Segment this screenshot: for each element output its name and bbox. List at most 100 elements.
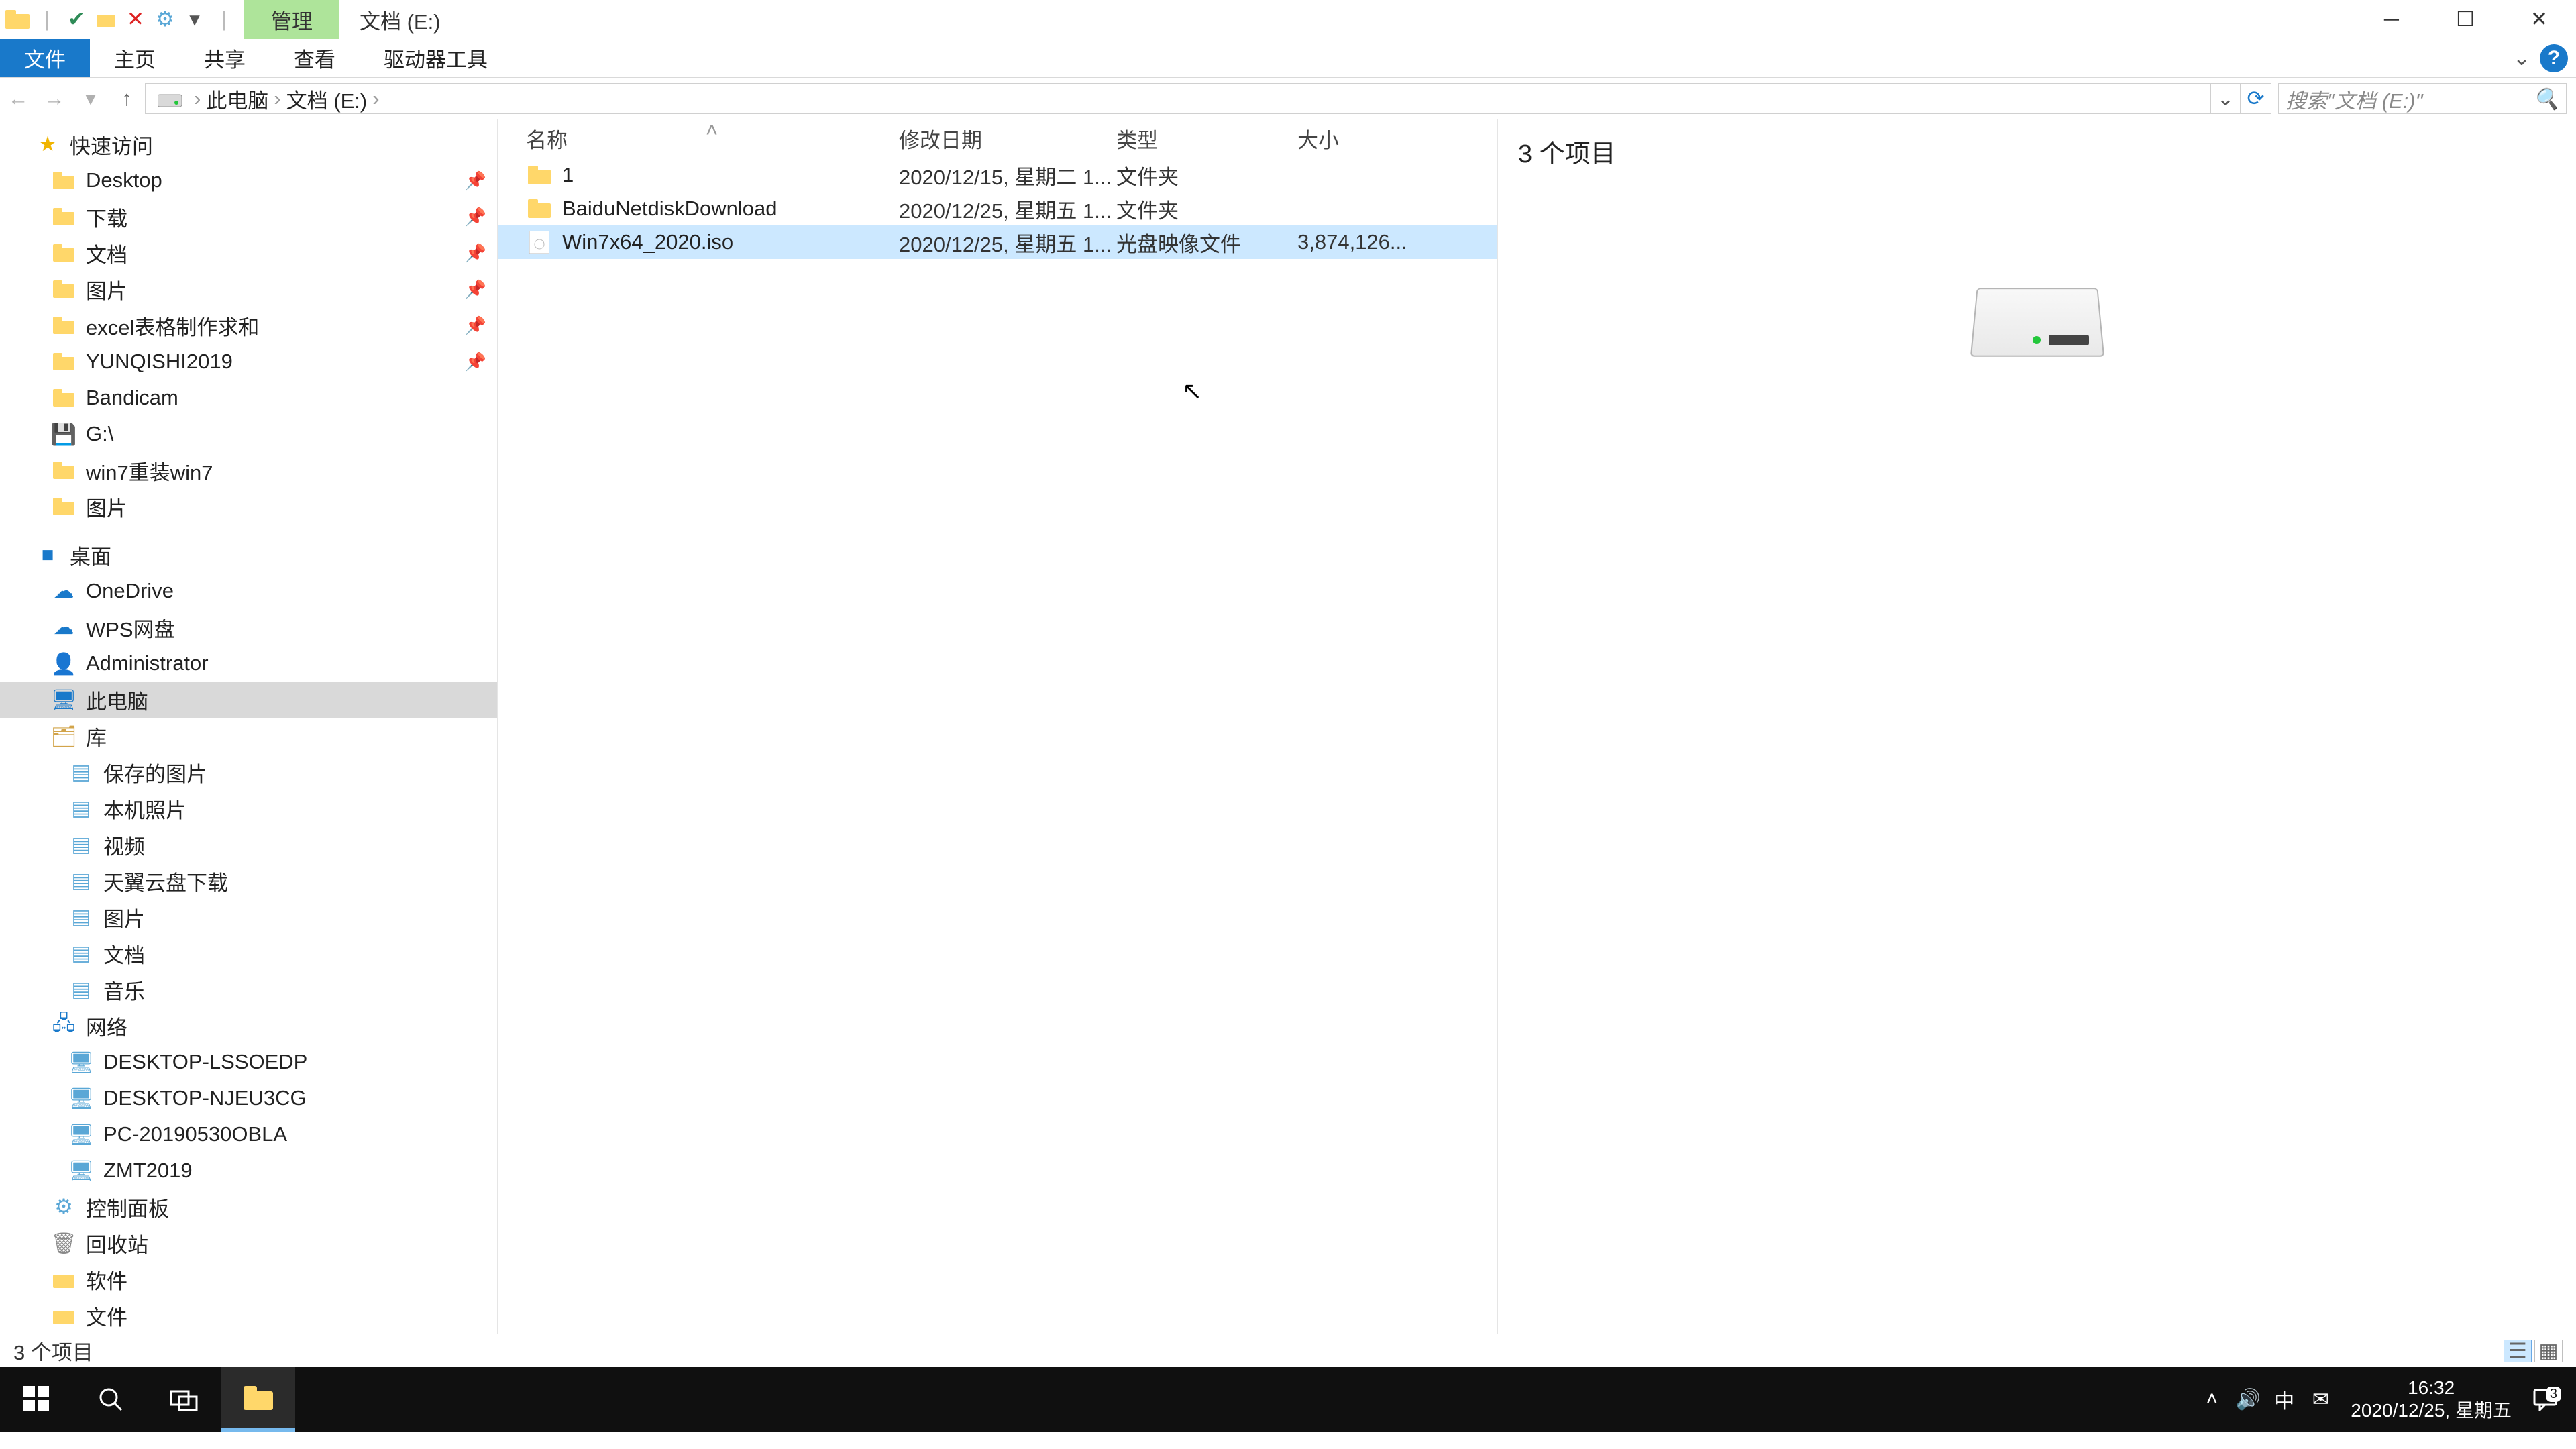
- crumb-sep-icon[interactable]: ›: [189, 87, 206, 111]
- tree-item[interactable]: 图片: [0, 488, 497, 525]
- window-title: 文档 (E:): [339, 0, 461, 39]
- taskbar-search-button[interactable]: [74, 1367, 148, 1432]
- tree-item[interactable]: 🖥ZMT2019: [0, 1152, 497, 1189]
- file-date: 2020/12/25, 星期五 1...: [899, 194, 1116, 224]
- tree-item[interactable]: ☁OneDrive: [0, 573, 497, 609]
- tree-item-label: 图片: [103, 902, 145, 932]
- contextual-tab-manage[interactable]: 管理: [244, 0, 339, 39]
- start-button[interactable]: [0, 1367, 74, 1432]
- tree-network[interactable]: 🖧 网络: [0, 1008, 497, 1044]
- tree-item[interactable]: ☁WPS网盘: [0, 609, 497, 645]
- tree-quick-access[interactable]: ★ 快速访问: [0, 126, 497, 162]
- tree-item[interactable]: 软件: [0, 1261, 497, 1297]
- nav-up-button[interactable]: ↑: [109, 80, 145, 117]
- qat-dropdown-icon[interactable]: ▾: [181, 6, 208, 33]
- tree-item-icon: 🖥: [67, 1120, 95, 1148]
- tab-view[interactable]: 查看: [270, 39, 360, 77]
- tree-item[interactable]: 文件: [0, 1297, 497, 1334]
- col-header-type[interactable]: 类型: [1116, 123, 1297, 154]
- maximize-button[interactable]: ☐: [2428, 0, 2502, 39]
- qat-check-icon[interactable]: ✔: [63, 6, 90, 33]
- status-bar: 3 个项目 ☰ ▦: [0, 1334, 2576, 1367]
- nav-recent-dropdown[interactable]: ▾: [72, 80, 109, 117]
- tree-item[interactable]: ▤音乐: [0, 971, 497, 1008]
- tree-item-label: 此电脑: [86, 685, 148, 715]
- crumb-sep-icon[interactable]: ›: [367, 87, 384, 111]
- tree-item[interactable]: excel表格制作求和 📌: [0, 307, 497, 343]
- taskbar-explorer-button[interactable]: [221, 1367, 295, 1432]
- tree-item-label: 视频: [103, 830, 145, 860]
- pin-icon: 📌: [465, 315, 486, 336]
- tree-item[interactable]: 👤Administrator: [0, 645, 497, 682]
- tree-item[interactable]: win7重装win7: [0, 452, 497, 488]
- tree-item[interactable]: 下载📌: [0, 199, 497, 235]
- tree-item[interactable]: 🖥DESKTOP-LSSOEDP: [0, 1044, 497, 1080]
- search-placeholder: 搜索"文档 (E:)": [2286, 84, 2423, 114]
- tree-item[interactable]: YUNQISHI2019📌: [0, 343, 497, 380]
- tree-item[interactable]: 图片📌: [0, 271, 497, 307]
- tree-item[interactable]: 🗂库: [0, 718, 497, 754]
- tab-share[interactable]: 共享: [180, 39, 270, 77]
- notification-badge: 3: [2546, 1387, 2561, 1402]
- taskbar-clock[interactable]: 16:32 2020/12/25, 星期五: [2339, 1377, 2524, 1421]
- tree-item-icon: [50, 275, 78, 303]
- tree-item[interactable]: ▤本机照片: [0, 790, 497, 826]
- tree-item[interactable]: ▤天翼云盘下载: [0, 863, 497, 899]
- tree-item[interactable]: Desktop📌: [0, 162, 497, 199]
- tree-label: 快速访问: [70, 129, 153, 160]
- tree-item[interactable]: ▤文档: [0, 935, 497, 971]
- crumb-sep-icon[interactable]: ›: [268, 87, 286, 111]
- tree-item-label: excel表格制作求和: [86, 311, 259, 341]
- task-view-button[interactable]: [148, 1367, 221, 1432]
- ribbon-expand-icon[interactable]: ⌄: [2513, 46, 2530, 70]
- col-header-date[interactable]: 修改日期: [899, 123, 1116, 154]
- tray-volume-icon[interactable]: 🔊: [2230, 1388, 2266, 1411]
- qat-close-icon[interactable]: ✕: [122, 6, 149, 33]
- folder-small-icon[interactable]: [93, 6, 119, 33]
- close-button[interactable]: ✕: [2502, 0, 2576, 39]
- show-desktop-button[interactable]: [2567, 1367, 2576, 1432]
- crumb-item[interactable]: 此电脑: [206, 84, 268, 114]
- tree-item[interactable]: 文档📌: [0, 235, 497, 271]
- table-row[interactable]: Win7x64_2020.iso2020/12/25, 星期五 1...光盘映像…: [498, 225, 1497, 259]
- tree-item[interactable]: Bandicam: [0, 380, 497, 416]
- tab-drive-tools[interactable]: 驱动器工具: [360, 39, 512, 77]
- tray-mail-icon[interactable]: ✉: [2302, 1388, 2339, 1411]
- search-input[interactable]: 搜索"文档 (E:)" 🔍: [2278, 83, 2567, 114]
- help-icon[interactable]: ?: [2540, 44, 2568, 72]
- refresh-button[interactable]: ⟳: [2241, 83, 2271, 114]
- tree-item[interactable]: 🗑回收站: [0, 1225, 497, 1261]
- view-icons-button[interactable]: ▦: [2534, 1340, 2563, 1362]
- tree-item[interactable]: 🖥PC-20190530OBLA: [0, 1116, 497, 1152]
- table-row[interactable]: BaiduNetdiskDownload2020/12/25, 星期五 1...…: [498, 192, 1497, 225]
- action-center-button[interactable]: 3: [2524, 1387, 2567, 1411]
- address-dropdown[interactable]: ⌄: [2211, 83, 2241, 114]
- tree-item[interactable]: ▤保存的图片: [0, 754, 497, 790]
- view-details-button[interactable]: ☰: [2504, 1340, 2532, 1362]
- col-header-size[interactable]: 大小: [1297, 123, 1405, 154]
- qat-gear-icon[interactable]: ⚙: [152, 6, 178, 33]
- tree-item-icon: ▤: [67, 830, 95, 859]
- search-icon[interactable]: 🔍: [2533, 87, 2559, 111]
- quick-access-toolbar: | ✔ ✕ ⚙ ▾ |: [0, 0, 244, 39]
- nav-back-button[interactable]: ←: [0, 80, 36, 117]
- tree-item[interactable]: ▤ 视频: [0, 826, 497, 863]
- tree-item[interactable]: 💾G:\: [0, 416, 497, 452]
- tree-item[interactable]: 🖥DESKTOP-NJEU3CG: [0, 1080, 497, 1116]
- tray-ime-icon[interactable]: 中: [2266, 1385, 2302, 1414]
- minimize-button[interactable]: ─: [2355, 0, 2428, 39]
- tree-desktop[interactable]: ■ 桌面: [0, 537, 497, 573]
- table-row[interactable]: 12020/12/15, 星期二 1...文件夹: [498, 158, 1497, 192]
- tree-item-label: 库: [86, 721, 107, 751]
- tray-overflow-icon[interactable]: ˄: [2194, 1388, 2230, 1411]
- tree-label: 桌面: [70, 540, 111, 570]
- ribbon-tabs: 文件 主页 共享 查看 驱动器工具 ⌄ ?: [0, 39, 2576, 78]
- breadcrumb[interactable]: › 此电脑 › 文档 (E:) ›: [145, 83, 2211, 114]
- tab-home[interactable]: 主页: [90, 39, 180, 77]
- tree-item[interactable]: 🖥此电脑: [0, 682, 497, 718]
- tree-item[interactable]: ▤图片: [0, 899, 497, 935]
- tab-file[interactable]: 文件: [0, 39, 90, 77]
- nav-forward-button[interactable]: →: [36, 80, 72, 117]
- crumb-item[interactable]: 文档 (E:): [286, 84, 368, 114]
- tree-item[interactable]: ⚙控制面板: [0, 1189, 497, 1225]
